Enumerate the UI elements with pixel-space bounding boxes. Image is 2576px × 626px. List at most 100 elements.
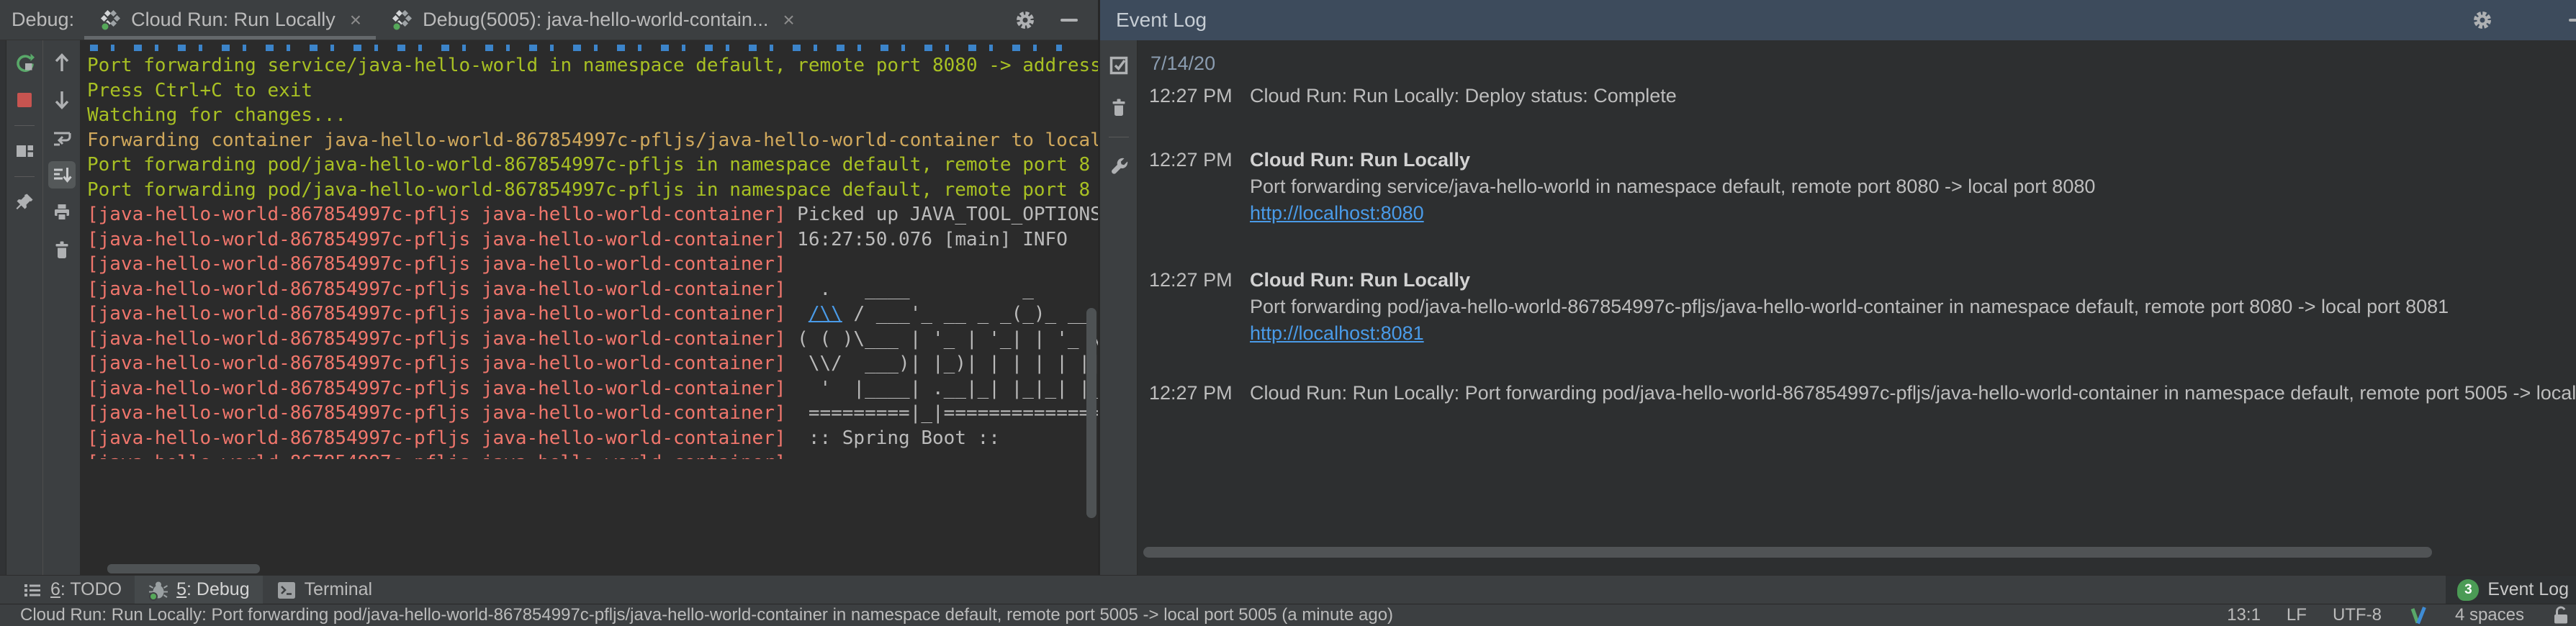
event-log-horizontal-scrollbar[interactable]	[1143, 547, 2432, 558]
event-log-tool-window: Event Log	[1100, 0, 2576, 575]
stop-button[interactable]	[11, 86, 38, 114]
close-icon[interactable]: ×	[350, 9, 361, 32]
trash-icon	[1108, 96, 1130, 118]
toolwindow-button-todo[interactable]: 6: TODO	[9, 576, 135, 604]
debug-body: Port forwarding service/java-hello-world…	[0, 40, 1098, 575]
status-widgets: 13:1 LF UTF-8 4 spaces	[2227, 604, 2576, 626]
tab-title: Debug(5005): java-hello-world-contain...	[423, 9, 768, 31]
running-status-dot	[102, 23, 109, 31]
event-entry[interactable]: 12:27 PMCloud Run: Run LocallyPort forwa…	[1149, 147, 2576, 227]
console-line: [java-hello-world-867854997c-pfljs java-…	[87, 351, 1098, 376]
console-line: [java-hello-world-867854997c-pfljs java-…	[87, 301, 1098, 327]
pin-icon	[14, 191, 35, 213]
running-status-dot	[393, 23, 401, 31]
encoding-widget[interactable]: UTF-8	[2333, 605, 2382, 625]
console-line: [java-hello-world-867854997c-pfljs java-…	[87, 327, 1098, 352]
hide-panel-icon[interactable]	[1060, 19, 1078, 22]
mark-all-read-button[interactable]	[1105, 52, 1132, 79]
event-entry[interactable]: 12:27 PMCloud Run: Run Locally: Deploy s…	[1149, 83, 2576, 109]
restore-layout-button[interactable]	[11, 137, 38, 165]
toolwindow-button-event-log[interactable]: 3 Event Log	[2446, 576, 2576, 604]
console-line: Port forwarding service/java-hello-world…	[87, 53, 1098, 78]
event-time: 12:27 PM	[1149, 267, 1230, 347]
printer-icon	[51, 201, 73, 223]
close-icon[interactable]: ×	[783, 9, 794, 32]
cloud-code-icon	[390, 8, 414, 32]
toolbar-separator	[14, 125, 35, 126]
toolwindow-button-label: 5: Debug	[176, 579, 249, 600]
settings-gear-icon[interactable]	[2472, 9, 2493, 31]
toolbar-separator	[14, 176, 35, 177]
console-line: [java-hello-world-867854997c-pfljs java-…	[87, 252, 1098, 277]
pin-tab-button[interactable]	[11, 189, 38, 216]
event-title: Cloud Run: Run Locally: Port forwarding …	[1250, 380, 2576, 407]
tab-bar-spacer	[809, 0, 1014, 40]
tab-title: Cloud Run: Run Locally	[131, 9, 335, 31]
tab-bar-actions	[1014, 0, 1098, 40]
debug-tab-bar: Debug: Cloud Run: Run Locally	[0, 0, 1098, 40]
tool-window-bar: 6: TODO 5: Debug	[0, 575, 2576, 604]
toolwindow-button-label: 6: TODO	[50, 579, 122, 600]
bug-icon	[148, 579, 169, 601]
status-bar: Cloud Run: Run Locally: Port forwarding …	[0, 604, 2576, 626]
console-vertical-scrollbar[interactable]	[1086, 308, 1096, 518]
toolwindow-button-label: Event Log	[2487, 579, 2569, 600]
line-separator-widget[interactable]: LF	[2287, 605, 2307, 625]
event-entry[interactable]: 12:27 PMCloud Run: Run LocallyPort forwa…	[1149, 267, 2576, 347]
event-log-header[interactable]: Event Log	[1100, 0, 2576, 40]
event-log-body: 7/14/20 12:27 PMCloud Run: Run Locally: …	[1100, 40, 2576, 575]
event-description: Port forwarding service/java-hello-world…	[1250, 173, 2095, 200]
event-time: 12:27 PM	[1149, 380, 1230, 407]
event-log-settings-button[interactable]	[1105, 153, 1132, 181]
event-link[interactable]: http://localhost:8080	[1250, 202, 1424, 224]
cloud-code-status-icon[interactable]	[2408, 604, 2429, 626]
panel-edge-strip	[0, 40, 6, 575]
event-entry[interactable]: 12:27 PM Cloud Run: Run Locally: Port for…	[1149, 380, 2576, 407]
console-line: [java-hello-world-867854997c-pfljs java-…	[87, 277, 1098, 302]
print-button[interactable]	[48, 199, 76, 226]
console-line: Port forwarding pod/java-hello-world-867…	[87, 153, 1098, 178]
console-line: Port forwarding pod/java-hello-world-867…	[87, 178, 1098, 203]
soft-wrap-button[interactable]	[48, 124, 76, 151]
rerun-icon	[14, 52, 35, 73]
toolwindow-button-debug[interactable]: 5: Debug	[135, 576, 262, 604]
scroll-to-end-button[interactable]	[48, 161, 76, 189]
event-link[interactable]: http://localhost:8081	[1250, 322, 1424, 344]
rerun-button[interactable]	[11, 49, 38, 76]
arrow-down-icon	[51, 89, 73, 111]
console-line: Forwarding container java-hello-world-86…	[87, 128, 1098, 153]
caret-position-widget[interactable]: 13:1	[2227, 605, 2261, 625]
event-log-title: Event Log	[1116, 9, 1207, 32]
console-panel[interactable]: Port forwarding service/java-hello-world…	[80, 40, 1098, 575]
clear-all-events-button[interactable]	[1105, 94, 1132, 121]
debug-toolbar-console	[43, 40, 80, 575]
prev-occurrence-button[interactable]	[48, 49, 76, 76]
terminal-icon	[276, 579, 297, 601]
cloud-code-icon	[99, 8, 122, 32]
unlocked-padlock-icon[interactable]	[2550, 604, 2572, 626]
next-occurrence-button[interactable]	[48, 86, 76, 114]
settings-gear-icon[interactable]	[1014, 9, 1036, 31]
console-horizontal-scrollbar[interactable]	[107, 564, 260, 573]
event-title: Cloud Run: Run Locally	[1250, 267, 2449, 294]
tool-window-buttons-left: 6: TODO 5: Debug	[0, 576, 385, 604]
console-line: [java-hello-world-867854997c-pfljs java-…	[87, 376, 1098, 402]
event-log-toolbar	[1100, 40, 1138, 575]
indent-widget[interactable]: 4 spaces	[2455, 605, 2524, 625]
tool-window-buttons-right: 3 Event Log	[2446, 576, 2576, 604]
toolwindow-button-terminal[interactable]: Terminal	[263, 576, 385, 604]
tab-debug-5005[interactable]: Debug(5005): java-hello-world-contain...…	[376, 0, 809, 40]
event-title: Cloud Run: Run Locally	[1250, 147, 2095, 173]
hide-panel-icon[interactable]	[2569, 19, 2576, 22]
restore-layout-icon	[14, 140, 35, 162]
status-message: Cloud Run: Run Locally: Port forwarding …	[0, 605, 1393, 625]
notification-badge: 3	[2457, 579, 2479, 601]
clipped-console-line	[90, 45, 1062, 51]
arrow-up-icon	[51, 52, 73, 73]
clear-console-button[interactable]	[48, 236, 76, 263]
event-log-content[interactable]: 7/14/20 12:27 PMCloud Run: Run Locally: …	[1138, 40, 2576, 575]
console-line: [java-hello-world-867854997c-pfljs java-…	[87, 426, 1098, 451]
tab-cloud-run-run-locally[interactable]: Cloud Run: Run Locally ×	[84, 0, 376, 40]
todo-list-icon	[22, 579, 43, 601]
running-status-dot	[150, 593, 157, 600]
